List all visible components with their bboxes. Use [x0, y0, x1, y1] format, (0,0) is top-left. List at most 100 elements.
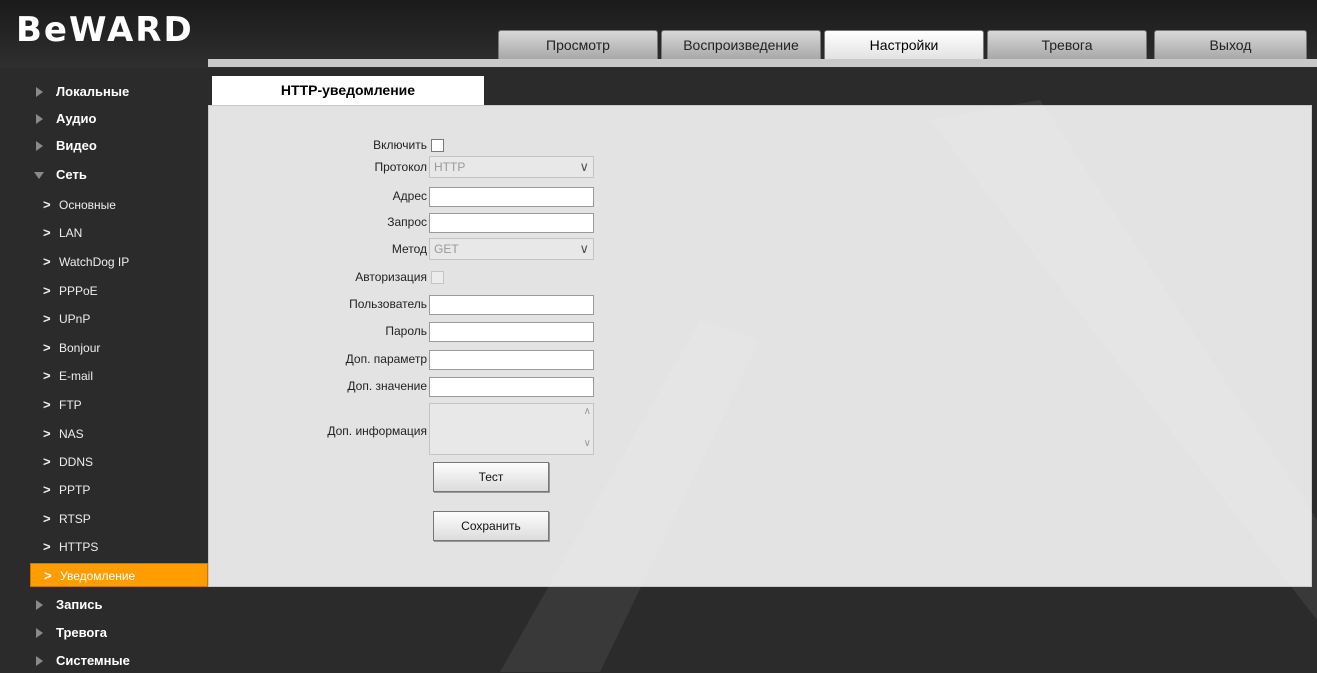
sidebar-item-alarm[interactable]: Тревога	[30, 621, 208, 645]
tab-alarm[interactable]: Тревога	[987, 30, 1147, 59]
sidebar-item-label: Системные	[56, 653, 130, 668]
chevron-right-icon: >	[43, 368, 51, 383]
auth-label: Авторизация	[355, 270, 427, 284]
sidebar-item-label: Уведомление	[60, 569, 136, 583]
chevron-right-icon: >	[43, 482, 51, 497]
sidebar-item-video[interactable]: Видео	[30, 134, 208, 158]
user-input[interactable]	[429, 295, 594, 315]
sidebar-item-label: Видео	[56, 138, 97, 153]
beward-logo: BeWARD	[16, 10, 194, 50]
tab-view[interactable]: Просмотр	[498, 30, 658, 59]
chevron-right-icon: >	[43, 454, 51, 469]
chevron-right-icon: >	[43, 426, 51, 441]
collapsed-arrow-icon	[36, 600, 43, 610]
method-value: GET	[434, 242, 459, 256]
protocol-value: HTTP	[434, 160, 466, 174]
collapsed-arrow-icon	[36, 87, 43, 97]
enable-checkbox[interactable]	[431, 139, 444, 152]
sidebar-item-label: Тревога	[56, 625, 108, 640]
extra-param-label: Доп. параметр	[345, 352, 427, 366]
sidebar-item-system[interactable]: Системные	[30, 649, 208, 673]
password-input[interactable]	[429, 322, 594, 342]
tab-playback[interactable]: Воспроизведение	[661, 30, 821, 59]
chevron-right-icon: >	[43, 539, 51, 554]
scroll-down-icon[interactable]: ∨	[584, 438, 591, 449]
sidebar-item-label: Запись	[56, 597, 103, 612]
sidebar-item-label: RTSP	[59, 512, 91, 526]
sidebar-item-bonjour[interactable]: > Bonjour	[30, 336, 208, 360]
sidebar-item-label: NAS	[59, 427, 84, 441]
sidebar-item-pppoe[interactable]: > PPPoE	[30, 279, 208, 303]
sidebar-item-pptp[interactable]: > PPTP	[30, 478, 208, 502]
sidebar-item-label: PPTP	[59, 483, 91, 497]
tab-settings[interactable]: Настройки	[824, 30, 984, 59]
chevron-right-icon: >	[43, 397, 51, 412]
auth-checkbox[interactable]	[431, 271, 444, 284]
chevron-right-icon: >	[43, 340, 51, 355]
sidebar-item-upnp[interactable]: > UPnP	[30, 307, 208, 331]
chevron-right-icon: >	[43, 254, 51, 269]
sidebar-item-label: Аудио	[56, 111, 97, 126]
sidebar-item-label: UPnP	[59, 312, 91, 326]
password-label: Пароль	[385, 324, 427, 338]
sidebar-item-label: WatchDog IP	[59, 255, 130, 269]
protocol-label: Протокол	[374, 160, 427, 174]
sidebar-item-basic[interactable]: > Основные	[30, 193, 208, 217]
collapsed-arrow-icon	[36, 656, 43, 666]
sidebar-item-audio[interactable]: Аудио	[30, 107, 208, 131]
sidebar-item-label: LAN	[59, 226, 83, 240]
sidebar-item-ftp[interactable]: > FTP	[30, 393, 208, 417]
sidebar-item-network[interactable]: Сеть	[30, 163, 208, 187]
protocol-select[interactable]: HTTP ∨	[429, 156, 594, 178]
sidebar-item-label: Локальные	[56, 84, 130, 99]
chevron-right-icon: >	[43, 283, 51, 298]
sidebar-item-lan[interactable]: > LAN	[30, 221, 208, 245]
sidebar-item-label: HTTPS	[59, 540, 99, 554]
sidebar-item-ddns[interactable]: > DDNS	[30, 450, 208, 474]
sidebar-item-rtsp[interactable]: > RTSP	[30, 507, 208, 531]
save-button[interactable]: Сохранить	[433, 511, 549, 541]
chevron-right-icon: >	[43, 311, 51, 326]
sidebar-item-notification[interactable]: > Уведомление	[30, 563, 208, 587]
test-button[interactable]: Тест	[433, 462, 549, 492]
tabs-underline	[208, 59, 1317, 67]
request-input[interactable]	[429, 213, 594, 233]
scroll-up-icon[interactable]: ∧	[584, 406, 591, 417]
sidebar-item-label: DDNS	[59, 455, 94, 469]
chevron-right-icon: >	[43, 511, 51, 526]
chevron-right-icon: >	[44, 568, 52, 583]
sidebar-item-local[interactable]: Локальные	[30, 80, 208, 104]
chevron-down-icon: ∨	[579, 241, 589, 256]
sidebar-item-label: E-mail	[59, 369, 94, 383]
user-label: Пользователь	[349, 297, 427, 311]
sidebar-item-https[interactable]: > HTTPS	[30, 535, 208, 559]
chevron-right-icon: >	[43, 225, 51, 240]
expanded-arrow-icon	[34, 172, 44, 179]
tab-logout[interactable]: Выход	[1154, 30, 1307, 59]
settings-panel: Включить Протокол HTTP ∨ Адрес Запрос Ме…	[208, 105, 1312, 587]
chevron-right-icon: >	[43, 197, 51, 212]
sidebar-item-label: Сеть	[56, 167, 87, 182]
collapsed-arrow-icon	[36, 114, 43, 124]
address-label: Адрес	[392, 189, 427, 203]
sidebar-item-nas[interactable]: > NAS	[30, 422, 208, 446]
chevron-down-icon: ∨	[579, 159, 589, 174]
extra-info-label: Доп. информация	[327, 424, 427, 438]
extra-value-input[interactable]	[429, 377, 594, 397]
sidebar-item-record[interactable]: Запись	[30, 593, 208, 617]
tab-http-notification[interactable]: HTTP-уведомление	[212, 76, 484, 105]
address-input[interactable]	[429, 187, 594, 207]
sidebar-item-watchdog-ip[interactable]: > WatchDog IP	[30, 250, 208, 274]
sidebar-item-label: FTP	[59, 398, 82, 412]
sidebar-item-label: Основные	[59, 198, 116, 212]
extra-param-input[interactable]	[429, 350, 594, 370]
method-select[interactable]: GET ∨	[429, 238, 594, 260]
enable-label: Включить	[373, 138, 427, 152]
sidebar-item-label: Bonjour	[59, 341, 101, 355]
collapsed-arrow-icon	[36, 628, 43, 638]
extra-value-label: Доп. значение	[347, 379, 427, 393]
header-bar: BeWARD Просмотр Воспроизведение Настройк…	[0, 0, 1317, 68]
extra-info-textarea[interactable]: ∧ ∨	[429, 403, 594, 455]
collapsed-arrow-icon	[36, 141, 43, 151]
sidebar-item-email[interactable]: > E-mail	[30, 364, 208, 388]
